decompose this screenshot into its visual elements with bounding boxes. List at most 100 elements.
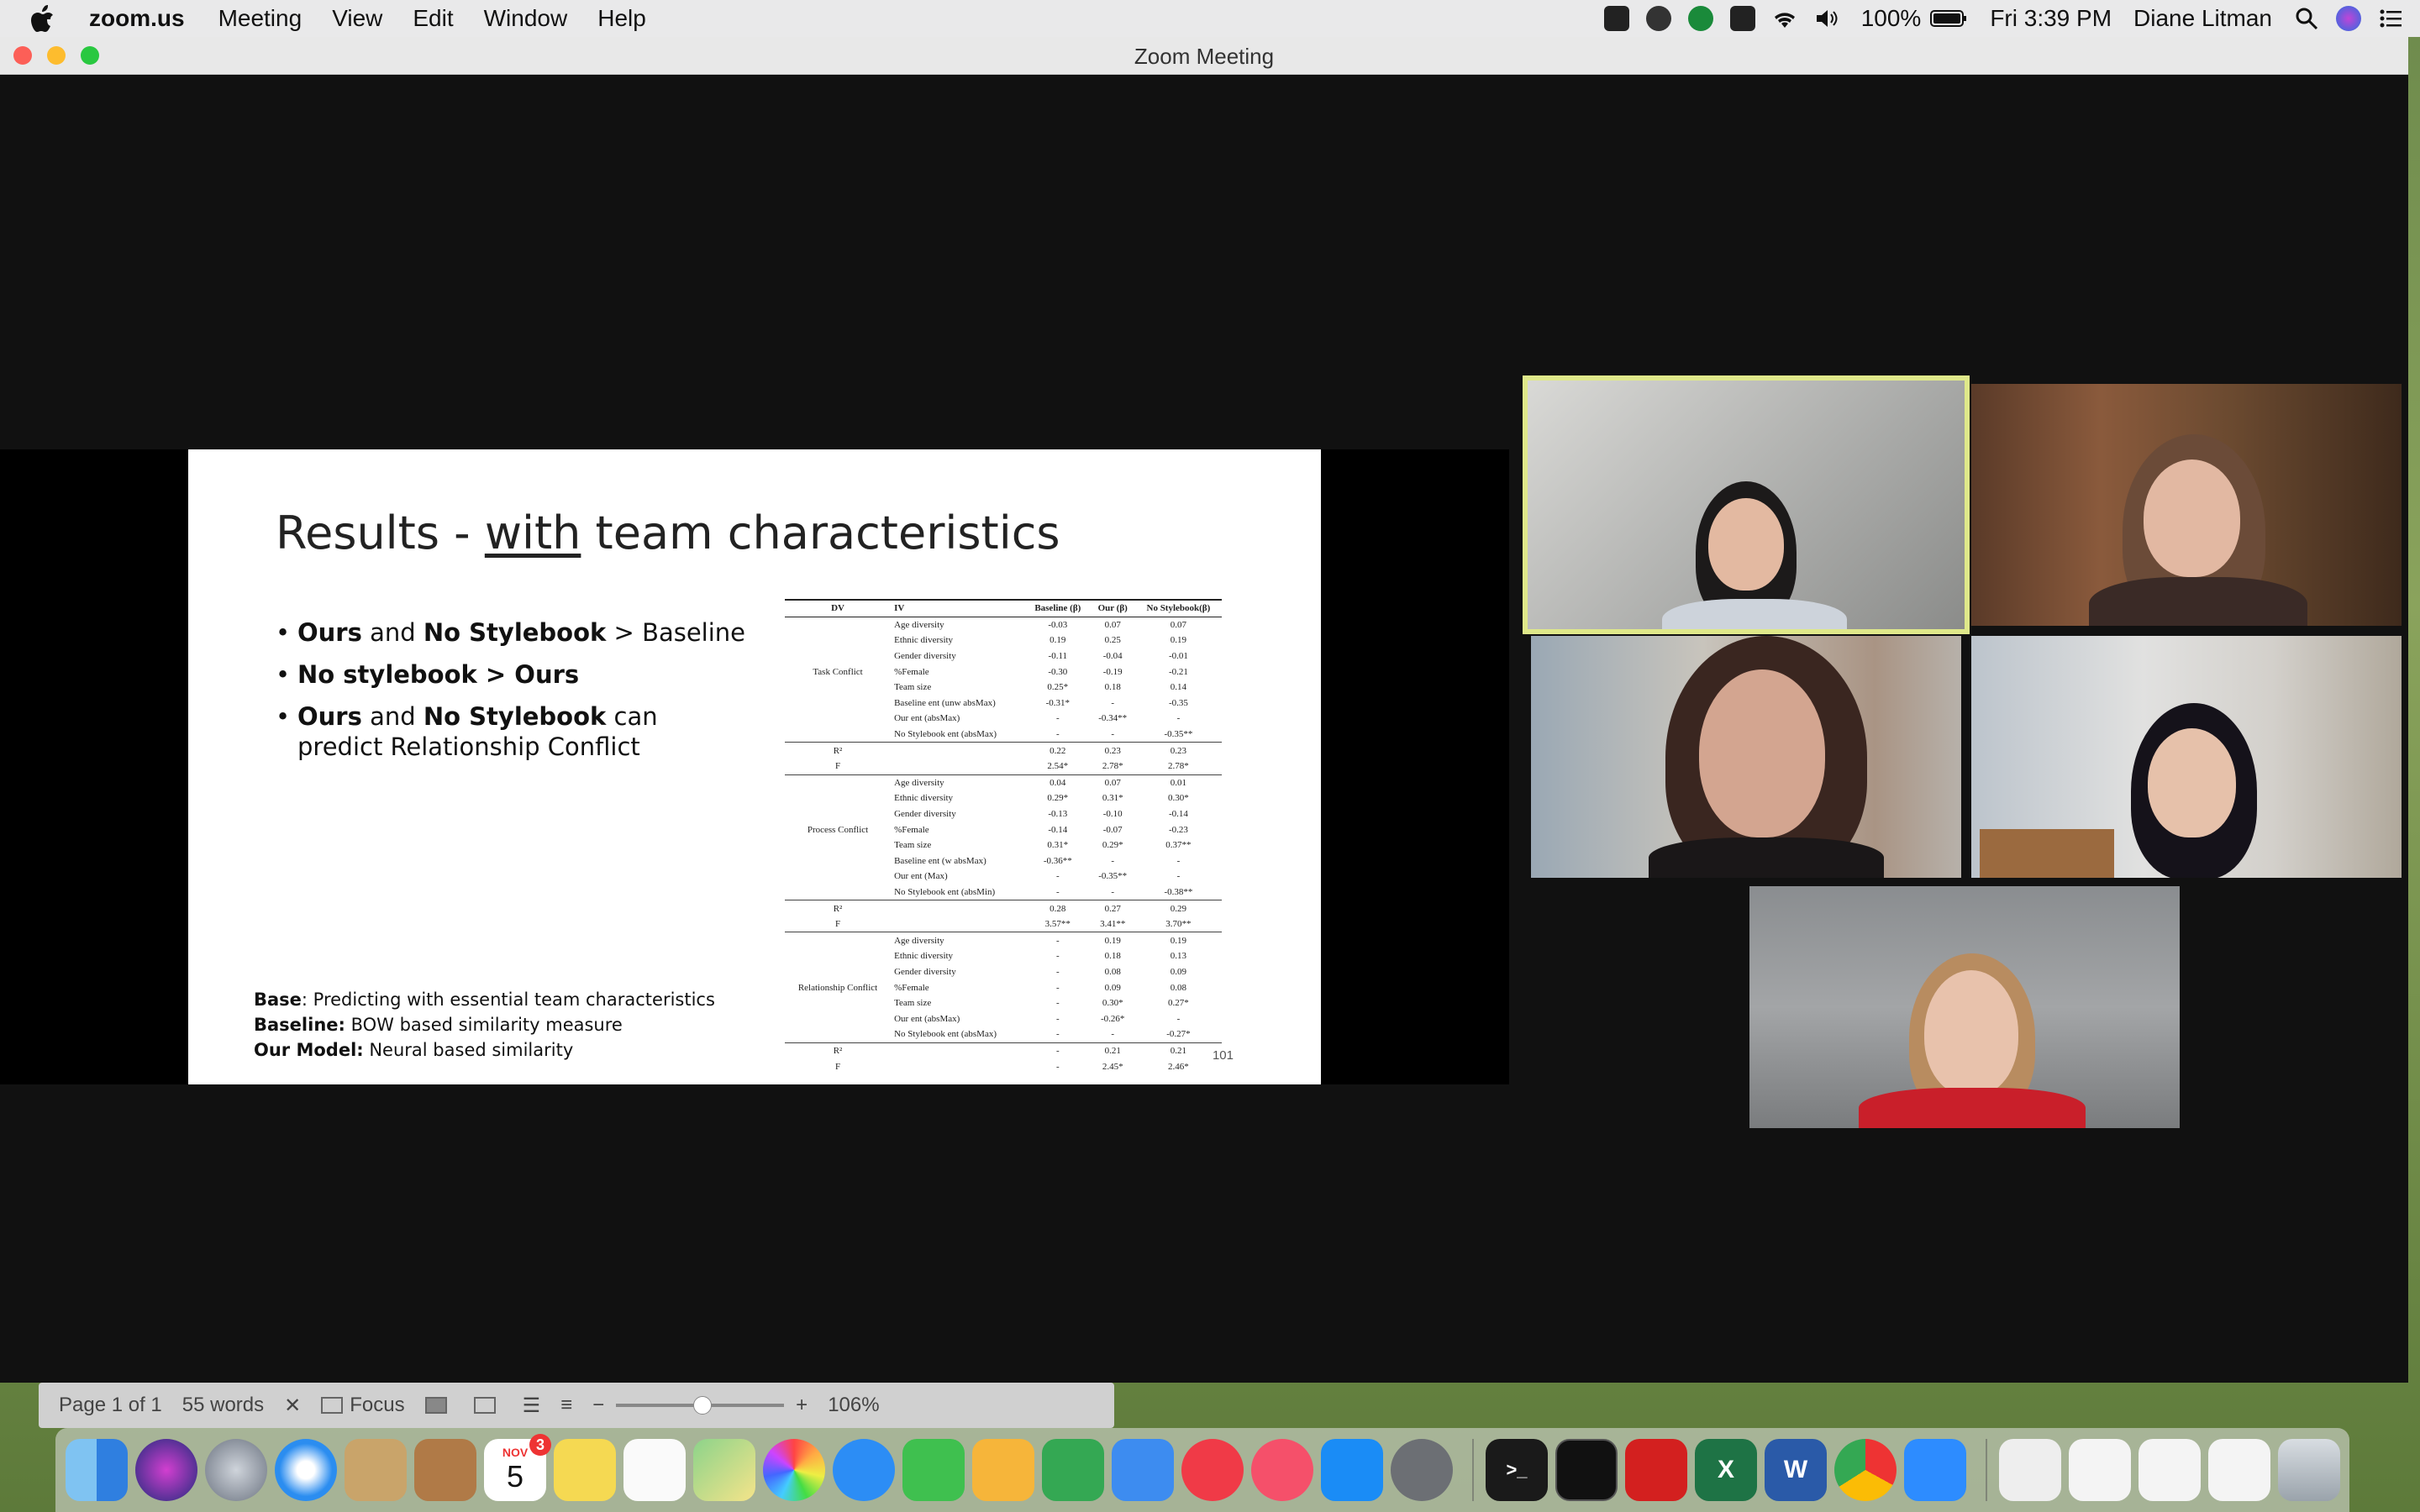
zoom-level[interactable]: 106% [828,1394,879,1417]
reminders-icon[interactable] [623,1439,686,1501]
menu-window[interactable]: Window [484,5,568,32]
web-layout-icon[interactable] [473,1397,502,1414]
participant-video[interactable] [1749,886,2180,1128]
table-cell-value: 0.19 [1050,635,1066,646]
draft-view-icon[interactable]: ≡ [560,1394,572,1417]
terminal-icon[interactable]: >_ [1486,1439,1548,1501]
music-icon[interactable] [1251,1439,1313,1501]
photos-icon[interactable] [763,1439,825,1501]
menu-view[interactable]: View [332,5,382,32]
news-icon[interactable] [1181,1439,1244,1501]
table-cell-dv [785,648,891,664]
table-cell-value: - [1176,713,1181,724]
mail-icon[interactable] [345,1439,407,1501]
participant-video[interactable] [1971,384,2402,626]
notes-icon[interactable] [554,1439,616,1501]
volume-icon[interactable] [1814,6,1839,31]
launchpad-icon[interactable] [205,1439,267,1501]
window-title: Zoom Meeting [1134,44,1275,69]
table-cell-iv: Team size [894,682,932,693]
safari-icon[interactable] [275,1439,337,1501]
battery-icon[interactable] [1929,6,1968,31]
table-cell-value: 0.23 [1134,742,1222,759]
table-row: No Stylebook ent (absMax) - - -0.35** [785,727,1222,743]
spotlight-search-icon[interactable] [2294,6,2319,31]
track-changes-icon[interactable]: ✕ [284,1394,301,1418]
zoom-slider-knob[interactable] [693,1396,713,1415]
finder-icon[interactable] [66,1439,128,1501]
excel-icon[interactable]: X [1695,1439,1757,1501]
siri-dock-icon[interactable] [135,1439,197,1501]
menu-edit[interactable]: Edit [413,5,453,32]
zoom-out-button[interactable]: − [592,1394,604,1417]
table-row: Relationship Conflict %Female - 0.09 0.08 [785,979,1222,995]
focus-button[interactable]: Focus [321,1394,405,1417]
table-cell-value: 0.04 [1025,774,1091,791]
system-preferences-icon[interactable] [1391,1439,1453,1501]
menubar-user[interactable]: Diane Litman [2133,5,2272,32]
menubar-clock[interactable]: Fri 3:39 PM [1990,5,2112,32]
participant-body [2089,577,2307,626]
keynote-icon[interactable] [1112,1439,1174,1501]
word-icon[interactable]: W [1765,1439,1827,1501]
zoom-icon[interactable] [1904,1439,1966,1501]
table-cell-value: 0.08 [1170,982,1187,993]
acrobat-icon[interactable] [1625,1439,1687,1501]
print-layout-icon[interactable] [424,1397,454,1414]
participant-video[interactable] [1971,636,2402,878]
pages-icon[interactable] [972,1439,1034,1501]
document-thumbnail[interactable] [2069,1439,2131,1501]
shared-screen[interactable]: Results - with team characteristics Ours… [0,449,1509,1084]
outline-view-icon[interactable]: ☰ [523,1394,541,1418]
menu-meeting[interactable]: Meeting [218,5,302,32]
chrome-icon[interactable] [1834,1439,1897,1501]
table-cell-dv [785,995,891,1011]
facetime-icon[interactable] [902,1439,965,1501]
table-row: Team size 0.25* 0.18 0.14 [785,680,1222,696]
table-cell-value: -0.19 [1102,666,1123,677]
table-cell-value: - [1176,1013,1181,1024]
maps-icon[interactable] [693,1439,755,1501]
word-count[interactable]: 55 words [182,1394,264,1417]
window-titlebar[interactable]: Zoom Meeting [0,37,2408,75]
table-cell-iv: Gender diversity [894,809,956,820]
table-cell-value: - [1055,1061,1060,1072]
table-cell-value: -0.21 [1168,666,1188,677]
table-cell-value: -0.26* [1100,1013,1125,1024]
malwarebytes-icon[interactable] [1729,6,1755,31]
table-cell-iv: Our ent (absMax) [894,713,960,724]
document-thumbnail[interactable] [1999,1439,2061,1501]
app-menu[interactable]: zoom.us [89,5,185,32]
creative-cloud-icon[interactable] [1645,6,1671,31]
menu-help[interactable]: Help [597,5,646,32]
page-count[interactable]: Page 1 of 1 [59,1394,162,1417]
table-cell-value: 2.78* [1168,761,1189,772]
contacts-icon[interactable] [414,1439,476,1501]
table-cell-value: 0.29* [1047,793,1069,804]
numbers-icon[interactable] [1042,1439,1104,1501]
window-thumbnail[interactable] [2139,1439,2201,1501]
participant-video-active[interactable] [1523,375,1970,634]
zoom-status-icon[interactable] [1603,6,1629,31]
participant-video[interactable] [1531,636,1961,878]
table-cell-value: 0.28 [1025,900,1091,916]
participant-face [2148,728,2236,837]
zoom-slider[interactable] [616,1396,785,1415]
focus-icon [321,1397,344,1414]
calendar-icon[interactable]: NOV 5 3 [484,1434,551,1501]
window-thumbnail[interactable] [2208,1439,2270,1501]
app-store-icon[interactable] [1321,1439,1383,1501]
notification-center-icon[interactable] [2378,6,2403,31]
zoom-in-button[interactable]: + [796,1394,808,1417]
table-cell-value: 0.21 [1134,1042,1222,1059]
table-row: Age diversity 0.04 0.07 0.01 [785,774,1222,791]
messages-icon[interactable] [833,1439,895,1501]
trash-icon[interactable] [2278,1439,2340,1501]
table-cell-value: 0.37** [1165,840,1192,851]
apple-menu-icon[interactable] [30,4,55,33]
wifi-icon[interactable] [1772,6,1797,31]
siri-icon[interactable] [2336,6,2361,31]
table-cell-value: -0.31* [1045,697,1071,708]
activity-monitor-icon[interactable] [1555,1439,1618,1501]
grammarly-icon[interactable] [1687,6,1713,31]
